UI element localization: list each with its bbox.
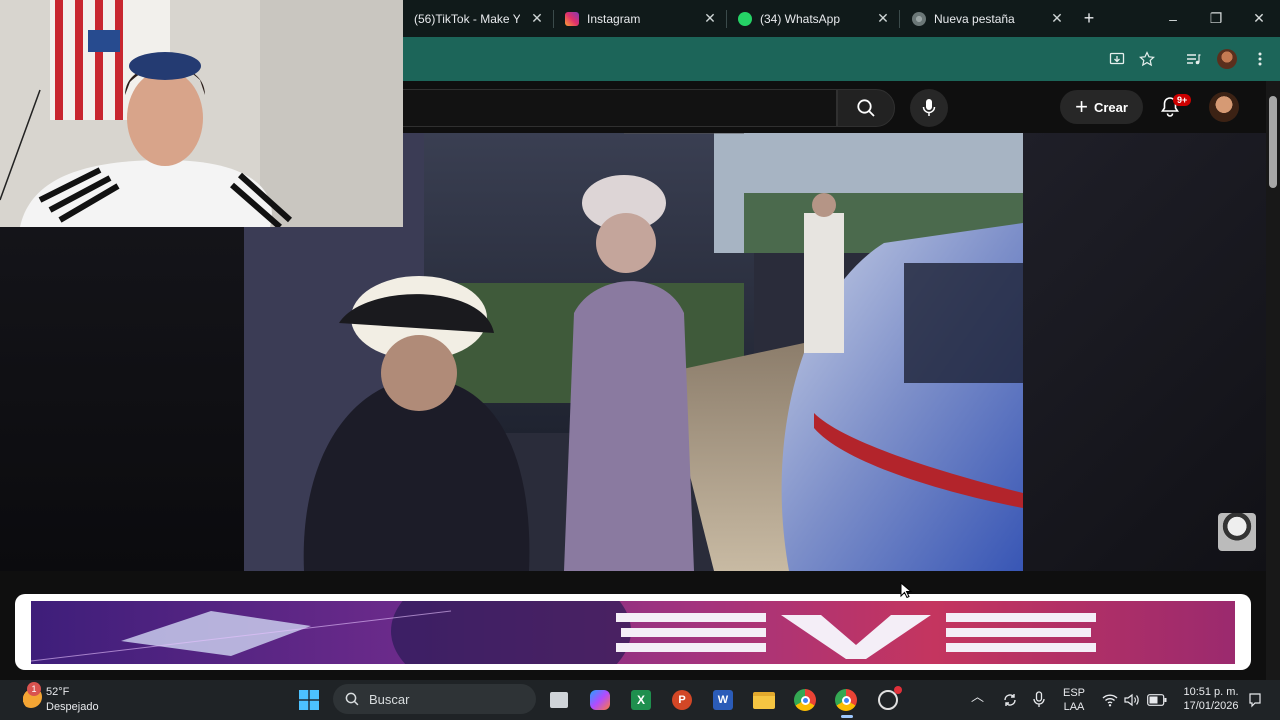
windows-start-icon[interactable] [297,688,321,712]
tab-title: Nueva pestaña [934,11,1015,26]
mouse-cursor-icon [900,582,912,598]
tab-close-icon[interactable]: ✕ [1050,11,1064,25]
tab-title: (34) WhatsApp [760,11,841,26]
copilot-icon[interactable] [588,688,612,712]
weather-temp[interactable]: 52°F [46,685,69,699]
taskbar-search-label: Buscar [369,691,410,707]
plus-icon: + [1075,94,1088,119]
excel-icon[interactable]: X [629,688,653,712]
search-icon [345,692,359,706]
banner-graphic [31,601,1096,664]
tab-whatsapp[interactable]: (34) WhatsApp ✕ [738,0,890,37]
clock[interactable]: 10:51 p. m. 17/01/2026 [1176,685,1246,713]
tray-overflow-icon[interactable]: ︿ [971,690,984,704]
weather-desc[interactable]: Despejado [46,700,99,714]
install-app-icon[interactable] [1107,49,1127,69]
new-tab-button[interactable]: + [1080,9,1098,27]
search-input[interactable] [403,89,837,127]
tab-tiktok[interactable]: (56)TikTok - Make You ✕ [414,0,544,37]
weather-alert-badge: 1 [27,682,41,696]
task-view-icon[interactable] [547,688,571,712]
battery-icon[interactable] [1145,688,1169,712]
keyboard-layout: LAA [1063,701,1085,713]
scrollbar-thumb[interactable] [1269,96,1277,188]
profile-avatar[interactable] [1217,49,1237,69]
notification-center-icon[interactable] [1243,688,1267,712]
media-control-icon[interactable] [1183,49,1203,69]
restore-button[interactable]: ❐ [1196,0,1236,37]
more-menu-icon[interactable] [1250,49,1270,69]
webcam-overlay [0,0,403,227]
tab-new-tab[interactable]: Nueva pestaña ✕ [912,0,1064,37]
clock-date: 17/01/2026 [1183,700,1239,712]
wifi-icon[interactable] [1098,688,1122,712]
voice-search-button[interactable] [910,89,948,127]
microphone-tray-icon[interactable] [1027,688,1051,712]
taskbar-search[interactable]: Buscar [333,684,536,714]
tab-close-icon[interactable]: ✕ [876,11,890,25]
tab-divider [553,10,554,28]
tab-title: Instagram [587,11,641,26]
tab-divider [899,10,900,28]
folder-icon[interactable] [752,688,776,712]
powerpoint-icon[interactable]: P [670,688,694,712]
language-code: ESP [1062,687,1085,699]
create-label: Crear [1093,99,1128,115]
right-blank-area [1023,133,1266,571]
tab-close-icon[interactable]: ✕ [530,11,544,25]
active-app-indicator [841,715,853,718]
chrome-icon [912,11,926,26]
channel-sticker [1218,513,1256,551]
instagram-icon [565,11,579,26]
notification-badge: 9+ [1173,94,1192,106]
channel-banner [31,601,1235,664]
chrome-profile-icon[interactable] [834,688,858,712]
left-blank-area [0,227,244,571]
bookmark-star-icon[interactable] [1137,49,1157,69]
account-avatar[interactable] [1209,92,1239,122]
app-notification-dot [894,686,902,694]
search-button[interactable] [837,89,895,127]
clock-time: 10:51 p. m. [1183,686,1239,698]
close-window-button[interactable]: ✕ [1239,0,1279,37]
chrome-icon[interactable] [793,688,817,712]
whatsapp-icon [738,11,752,26]
word-icon[interactable]: W [711,688,735,712]
create-button[interactable]: + Crear [1060,90,1143,124]
volume-icon[interactable] [1120,688,1144,712]
tab-close-icon[interactable]: ✕ [703,11,717,25]
language-indicator[interactable]: ESP LAA [1060,686,1088,714]
microphone-icon [922,99,936,116]
search-icon [857,99,875,117]
tab-divider [726,10,727,28]
sync-icon[interactable] [998,688,1022,712]
minimize-button[interactable]: – [1153,0,1193,37]
tab-instagram[interactable]: Instagram ✕ [565,0,717,37]
tab-title: (56)TikTok - Make You [414,11,520,26]
webcam-frame [0,0,403,227]
